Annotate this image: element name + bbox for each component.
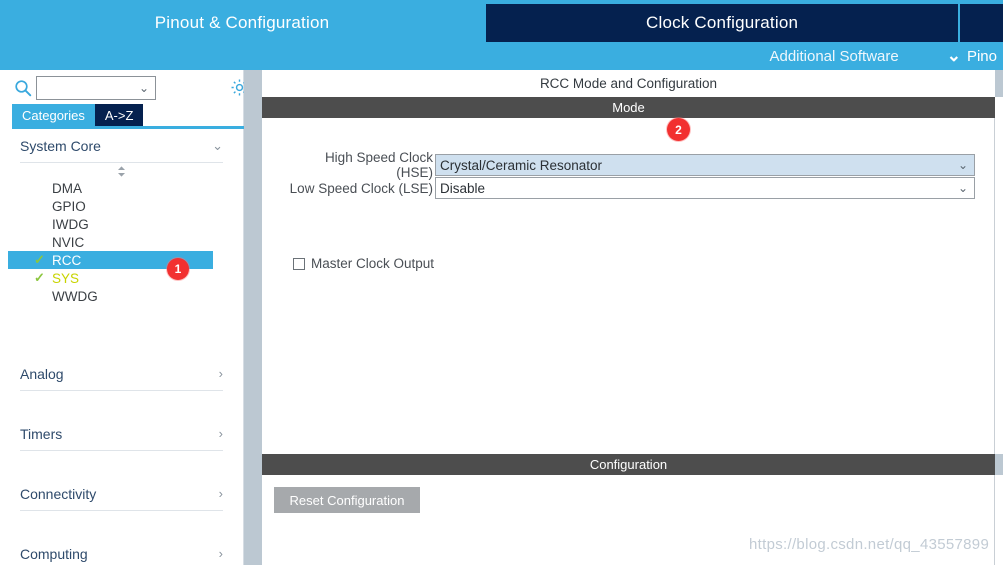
sidebar-group-analog[interactable]: Analog ›	[20, 357, 223, 391]
rcc-configuration-panel: RCC Mode and Configuration Mode High Spe…	[262, 70, 1003, 565]
tab-a-to-z[interactable]: A->Z	[94, 104, 144, 126]
tab-categories[interactable]: Categories	[12, 104, 95, 126]
sidebar-item-label: SYS	[52, 270, 80, 286]
configuration-section-header: Configuration	[262, 454, 995, 475]
master-clock-output-checkbox[interactable]	[293, 257, 305, 270]
tree-scroll-indicator[interactable]	[0, 163, 243, 179]
sidebar-group-label: Computing	[20, 545, 88, 562]
chevron-down-icon: ⌄	[957, 158, 969, 172]
right-scroll-gutter[interactable]	[995, 70, 1003, 565]
lse-label: Low Speed Clock (LSE)	[289, 180, 433, 196]
top-tab-bar: Pinout & Configuration Clock Configurati…	[0, 0, 1003, 70]
chevron-down-icon: ⌄	[957, 181, 969, 195]
sidebar-group-connectivity[interactable]: Connectivity ›	[20, 477, 223, 511]
search-icon	[14, 79, 32, 97]
sidebar-item-label: IWDG	[52, 216, 89, 232]
sidebar-item-wwdg[interactable]: WWDG	[34, 287, 243, 305]
lse-select[interactable]: Disable ⌄	[435, 177, 975, 199]
component-tree: System Core ⌄ DMA GPIO IWDG NVIC ✓ RCC ✓…	[0, 129, 243, 565]
search-input[interactable]: ⌄	[36, 76, 156, 100]
annotation-badge-1-number: 1	[174, 262, 182, 276]
sidebar-group-label: Connectivity	[20, 485, 97, 502]
pinout-view-button[interactable]: Pino	[967, 48, 1003, 65]
sidebar-group-computing[interactable]: Computing ›	[20, 537, 223, 565]
tab-clock-configuration[interactable]: Clock Configuration	[486, 4, 959, 42]
lse-select-value: Disable	[440, 180, 486, 196]
tab-categories-label: Categories	[22, 107, 85, 123]
watermark: https://blog.csdn.net/qq_43557899	[749, 536, 990, 553]
annotation-badge-1: 1	[167, 258, 189, 280]
chevron-down-icon: ⌄	[946, 46, 961, 65]
check-icon: ✓	[34, 270, 45, 285]
sidebar-item-nvic[interactable]: NVIC	[34, 233, 243, 251]
chevron-right-icon: ›	[218, 366, 223, 381]
sub-tool-bar: Additional Software ⌄ Pino	[0, 42, 1003, 70]
tab-pinout-configuration[interactable]: Pinout & Configuration	[0, 4, 485, 42]
sidebar-group-timers[interactable]: Timers ›	[20, 417, 223, 451]
chevron-down-icon: ⌄	[212, 137, 223, 153]
sidebar-item-label: GPIO	[52, 198, 86, 214]
tab-a-to-z-label: A->Z	[104, 107, 134, 123]
sidebar-item-sys[interactable]: ✓ SYS	[34, 269, 243, 287]
mode-section-body: High Speed Clock (HSE) Crystal/Ceramic R…	[262, 118, 995, 454]
sidebar-search-row: ⌄	[0, 72, 248, 104]
stm32cubemx-window: Pinout & Configuration Clock Configurati…	[0, 0, 1003, 565]
sidebar-group-label: System Core	[20, 137, 101, 154]
sidebar-item-label: RCC	[52, 252, 82, 268]
mode-section-header: Mode	[262, 97, 995, 118]
component-sidebar: ⌄ Categories A->Z System Core ⌄ DMA GPIO…	[0, 70, 248, 565]
hse-field-row: High Speed Clock (HSE) Crystal/Ceramic R…	[287, 150, 975, 180]
tab-clock-label: Clock Configuration	[645, 13, 799, 32]
check-icon: ✓	[34, 252, 45, 267]
hse-select-value: Crystal/Ceramic Resonator	[440, 157, 603, 173]
sidebar-item-label: WWDG	[52, 288, 98, 304]
sidebar-item-dma[interactable]: DMA	[34, 179, 243, 197]
tab-project-manager[interactable]	[960, 4, 1003, 42]
master-clock-output-label: Master Clock Output	[311, 256, 435, 271]
sidebar-group-system-core[interactable]: System Core ⌄	[20, 129, 223, 163]
master-clock-output-row[interactable]: Master Clock Output	[293, 256, 434, 271]
annotation-badge-2: 2	[667, 118, 690, 141]
sidebar-group-items: DMA GPIO IWDG NVIC ✓ RCC ✓ SYS WWDG	[0, 179, 243, 305]
panel-splitter[interactable]	[244, 70, 262, 565]
sidebar-tab-strip: Categories A->Z	[12, 104, 144, 126]
hse-label: High Speed Clock (HSE)	[324, 150, 433, 180]
sidebar-group-label: Timers	[20, 425, 63, 442]
sidebar-group-label: Analog	[20, 365, 64, 382]
sidebar-item-iwdg[interactable]: IWDG	[34, 215, 243, 233]
chevron-down-icon: ⌄	[138, 81, 149, 95]
sidebar-item-gpio[interactable]: GPIO	[34, 197, 243, 215]
sidebar-item-label: DMA	[52, 180, 82, 196]
page-title: RCC Mode and Configuration	[262, 72, 995, 96]
sidebar-item-label: NVIC	[52, 234, 85, 250]
annotation-badge-2-number: 2	[675, 122, 682, 137]
reset-configuration-label: Reset Configuration	[289, 492, 405, 508]
additional-software-button[interactable]: Additional Software	[769, 48, 898, 65]
tab-pinout-label: Pinout & Configuration	[154, 13, 330, 32]
hse-select[interactable]: Crystal/Ceramic Resonator ⌄	[435, 154, 975, 176]
chevron-right-icon: ›	[218, 426, 223, 441]
main-tab-strip: Pinout & Configuration Clock Configurati…	[0, 4, 1003, 42]
reset-configuration-button[interactable]: Reset Configuration	[274, 487, 420, 513]
lse-field-row: Low Speed Clock (LSE) Disable ⌄	[287, 177, 975, 199]
chevron-right-icon: ›	[218, 486, 223, 501]
chevron-right-icon: ›	[218, 546, 223, 561]
